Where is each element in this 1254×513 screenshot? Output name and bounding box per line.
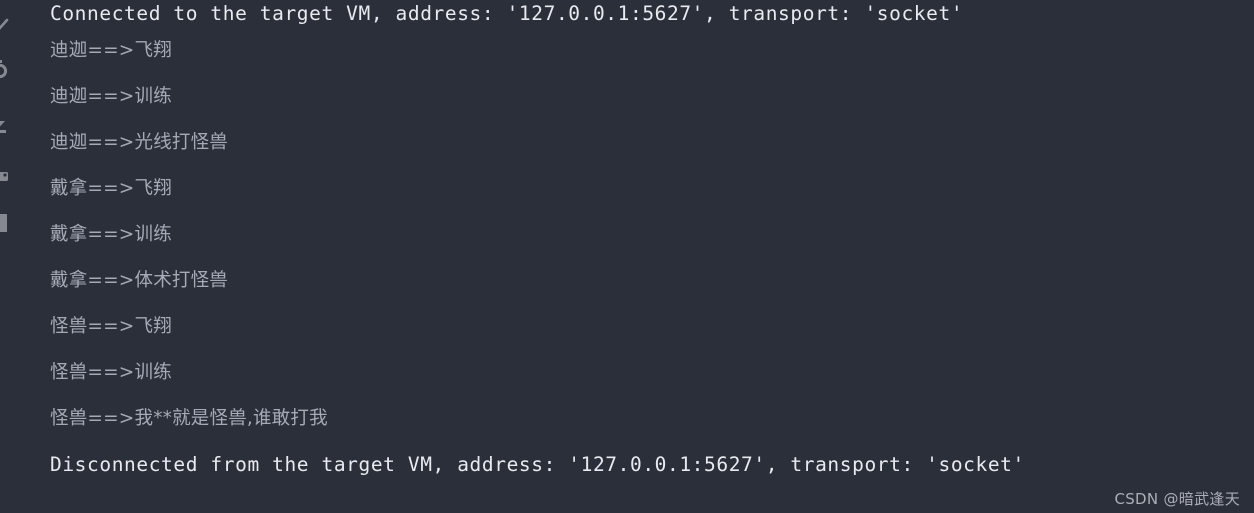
settings-icon[interactable] <box>0 166 10 188</box>
console-output[interactable]: Connected to the target VM, address: '12… <box>18 0 1254 513</box>
console-line-connected: Connected to the target VM, address: '12… <box>50 2 964 25</box>
console-line-output: 迪迦==>训练 <box>50 86 172 107</box>
console-line-output: 戴拿==>体术打怪兽 <box>50 270 229 291</box>
console-line-output: 怪兽==>我**就是怪兽,谁敢打我 <box>50 408 328 429</box>
restart-icon[interactable] <box>0 58 10 80</box>
console-line-output: 怪兽==>训练 <box>50 362 172 383</box>
thread-dump-icon[interactable] <box>0 112 10 134</box>
rerun-icon[interactable] <box>0 14 10 36</box>
print-icon[interactable] <box>0 212 10 234</box>
debug-console-window: Connected to the target VM, address: '12… <box>0 0 1254 513</box>
console-line-output: 戴拿==>飞翔 <box>50 178 172 199</box>
console-line-output: 迪迦==>飞翔 <box>50 40 172 61</box>
console-line-output: 戴拿==>训练 <box>50 224 172 245</box>
csdn-watermark: CSDN @暗武逢天 <box>1114 490 1240 508</box>
console-line-output: 怪兽==>飞翔 <box>50 316 172 337</box>
console-line-disconnected: Disconnected from the target VM, address… <box>50 453 1025 476</box>
console-line-output: 迪迦==>光线打怪兽 <box>50 132 229 153</box>
console-toolbar-gutter <box>0 0 18 513</box>
